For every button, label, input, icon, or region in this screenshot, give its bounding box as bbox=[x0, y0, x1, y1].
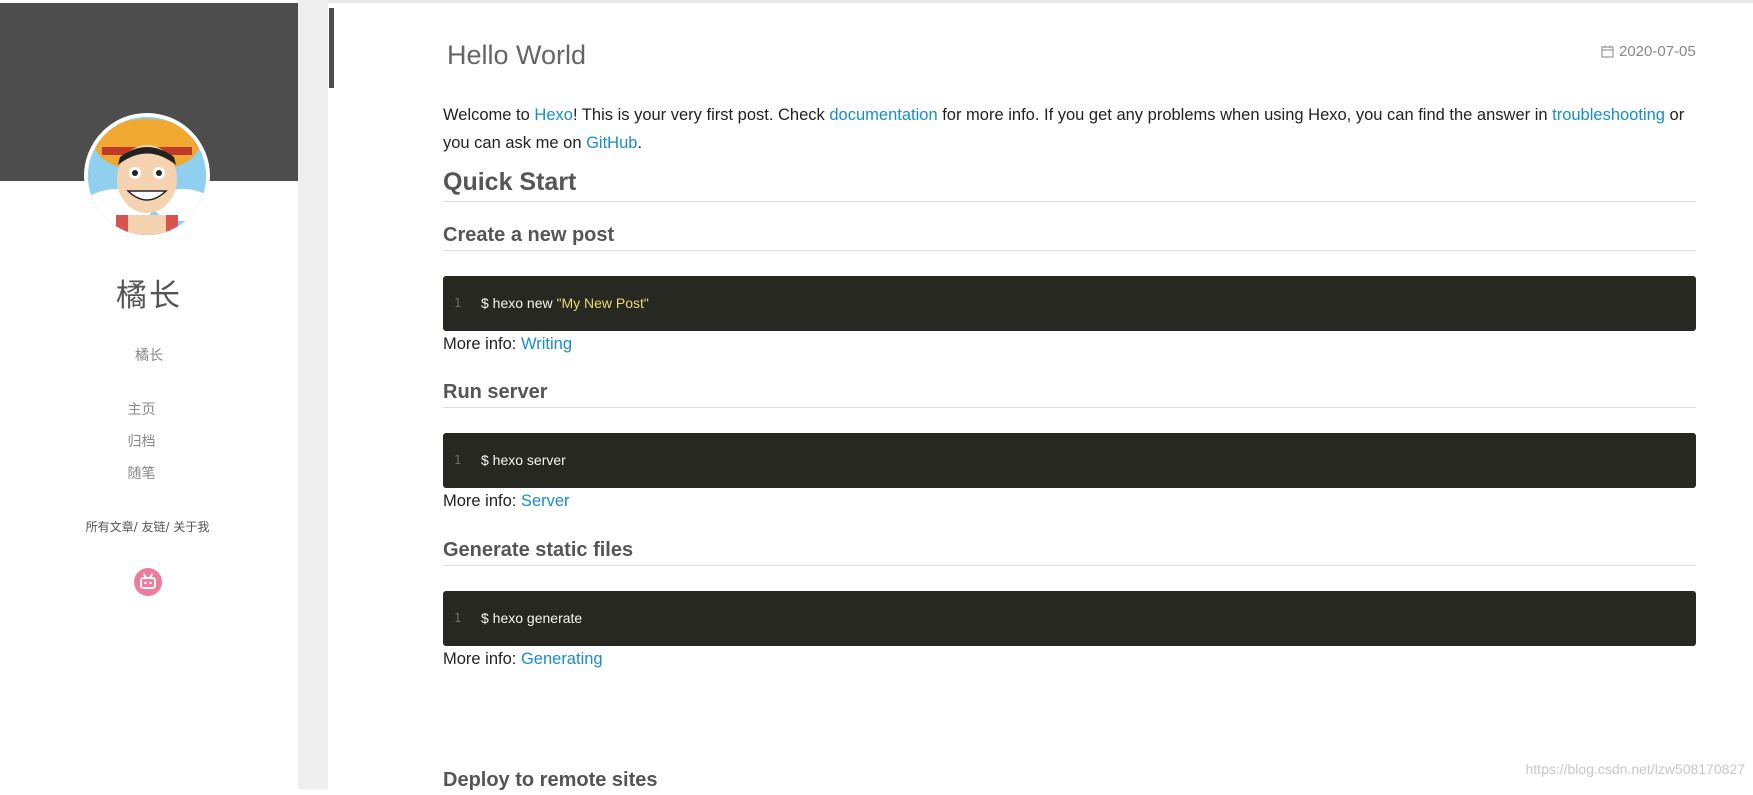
heading-create-post: Create a new post bbox=[443, 224, 1696, 251]
code-line: $ hexo new "My New Post" bbox=[481, 295, 649, 311]
code-command: $ hexo server bbox=[481, 452, 566, 468]
intro-paragraph: Welcome to Hexo! This is your very first… bbox=[443, 101, 1696, 157]
intro-text: ! This is your very first post. Check bbox=[572, 106, 830, 124]
link-github[interactable]: GitHub bbox=[586, 134, 637, 152]
nav-home[interactable]: 主页 bbox=[0, 398, 283, 430]
code-line: $ hexo server bbox=[481, 452, 566, 468]
link-documentation[interactable]: documentation bbox=[829, 106, 937, 124]
sidebar-nav: 主页 归档 随笔 bbox=[0, 398, 283, 494]
code-line-number: 1 bbox=[454, 453, 462, 467]
intro-text: Welcome to bbox=[443, 106, 535, 124]
more-info-generating: More info: Generating bbox=[443, 650, 603, 669]
link-all-posts[interactable]: 所有文章 bbox=[86, 520, 134, 534]
code-block-new-post: 1 $ hexo new "My New Post" bbox=[443, 276, 1696, 331]
code-line-number: 1 bbox=[454, 611, 462, 625]
code-command: $ hexo generate bbox=[481, 610, 583, 626]
blog-subtitle: 橘长 bbox=[135, 348, 163, 364]
post-body: Welcome to Hexo! This is your very first… bbox=[443, 101, 1696, 157]
nav-archive[interactable]: 归档 bbox=[0, 430, 283, 462]
heading-quick-start: Quick Start bbox=[443, 168, 1696, 202]
link-generating[interactable]: Generating bbox=[521, 650, 603, 668]
code-string: "My New Post" bbox=[556, 295, 649, 311]
heading-run-server: Run server bbox=[443, 381, 1696, 408]
intro-text: for more info. If you get any problems w… bbox=[937, 106, 1553, 124]
code-command: $ hexo new bbox=[481, 295, 557, 311]
content-gutter bbox=[298, 0, 328, 789]
link-server[interactable]: Server bbox=[521, 492, 570, 510]
post-date-text: 2020-07-05 bbox=[1619, 43, 1696, 60]
heading-generate-static: Generate static files bbox=[443, 539, 1696, 566]
more-info-writing: More info: Writing bbox=[443, 335, 572, 354]
calendar-icon bbox=[1601, 45, 1614, 58]
avatar[interactable] bbox=[84, 113, 210, 239]
code-block-generate: 1 $ hexo generate bbox=[443, 591, 1696, 646]
code-line: $ hexo generate bbox=[481, 610, 582, 626]
blog-name[interactable]: 橘长 bbox=[0, 270, 298, 315]
sidebar-links: 所有文章/ 友链/ 关于我 bbox=[0, 518, 295, 535]
main-content: Hello World 2020-07-05 Welcome to Hexo! … bbox=[334, 3, 1753, 791]
more-info-label: More info: bbox=[443, 650, 521, 668]
link-hexo[interactable]: Hexo bbox=[534, 106, 573, 124]
more-info-label: More info: bbox=[443, 492, 521, 510]
heading-deploy: Deploy to remote sites bbox=[443, 769, 658, 791]
more-info-label: More info: bbox=[443, 335, 521, 353]
code-block-server: 1 $ hexo server bbox=[443, 433, 1696, 488]
watermark: https://blog.csdn.net/lzw508170827 bbox=[1525, 761, 1746, 777]
intro-text: . bbox=[637, 134, 643, 152]
code-line-number: 1 bbox=[454, 296, 462, 310]
post-title[interactable]: Hello World bbox=[447, 40, 586, 71]
link-friends[interactable]: 友链 bbox=[141, 520, 165, 534]
bilibili-icon[interactable] bbox=[134, 568, 162, 596]
link-about[interactable]: 关于我 bbox=[173, 520, 209, 534]
more-info-server: More info: Server bbox=[443, 492, 570, 511]
link-troubleshooting[interactable]: troubleshooting bbox=[1552, 106, 1665, 124]
sidebar: 橘长 橘长 主页 归档 随笔 所有文章/ 友链/ 关于我 bbox=[0, 0, 298, 789]
post-date: 2020-07-05 bbox=[1601, 43, 1696, 60]
nav-notes[interactable]: 随笔 bbox=[0, 462, 283, 494]
link-writing[interactable]: Writing bbox=[521, 335, 572, 353]
avatar-image bbox=[88, 117, 206, 235]
